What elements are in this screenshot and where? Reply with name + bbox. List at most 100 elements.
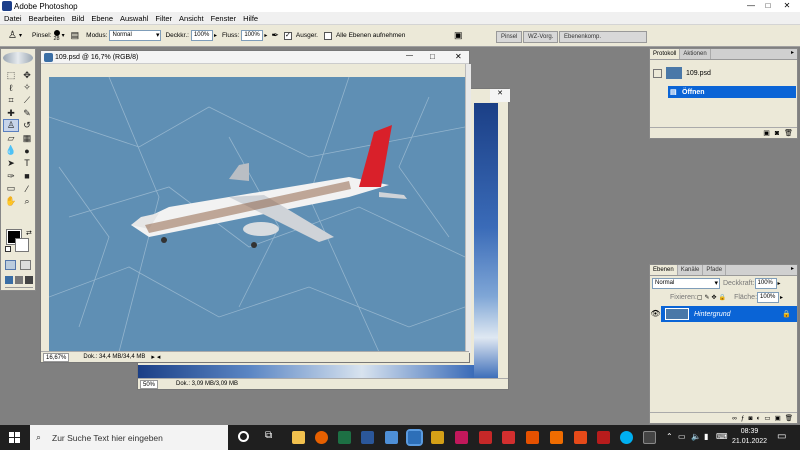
history-brush-tool-icon[interactable]: ↺ — [19, 119, 35, 132]
main-doc-info[interactable]: Dok.: 34,4 MB/34,4 MB — [83, 354, 145, 360]
path-selection-tool-icon[interactable]: ➤ — [3, 157, 19, 170]
history-state-row[interactable]: ▤ Öffnen — [668, 86, 796, 98]
doc-maximize-button[interactable]: □ — [430, 52, 435, 61]
opacity-input[interactable]: 100% — [190, 30, 213, 41]
menu-ebene[interactable]: Ebene — [91, 14, 113, 23]
brush-chevron-icon[interactable]: ▾ — [62, 32, 65, 39]
word-icon[interactable] — [361, 431, 374, 444]
lock-pixels-icon[interactable]: ✎ — [705, 294, 710, 301]
layer-opacity-arrow-icon[interactable]: ▸ — [778, 280, 781, 287]
brush-picker[interactable]: 28 — [54, 29, 60, 42]
brush-tool-icon[interactable]: ✎ — [19, 107, 35, 120]
lock-position-icon[interactable]: ✥ — [712, 294, 717, 301]
menu-hilfe[interactable]: Hilfe — [243, 14, 258, 23]
default-colors-icon[interactable] — [5, 246, 11, 252]
link-layers-icon[interactable]: ∞ — [732, 415, 737, 422]
maximize-button[interactable]: □ — [761, 0, 775, 12]
airbrush-icon[interactable]: ✒ — [271, 30, 279, 41]
opacity-slider-arrow-icon[interactable]: ▸ — [214, 32, 217, 39]
task-view-icon[interactable]: ⧉ — [265, 430, 272, 441]
cortana-icon[interactable] — [238, 431, 249, 442]
blur-tool-icon[interactable]: 💧 — [3, 145, 19, 158]
app-icon-14[interactable] — [597, 431, 610, 444]
app-icon-12[interactable] — [550, 431, 563, 444]
file-explorer-icon[interactable] — [292, 431, 305, 444]
network-icon[interactable]: ▭ — [678, 432, 686, 441]
windows-start-icon[interactable] — [9, 432, 20, 443]
screen-mode-standard-icon[interactable] — [5, 276, 13, 284]
menu-filter[interactable]: Filter — [155, 14, 172, 23]
skype-icon[interactable] — [620, 431, 633, 444]
shape-tool-icon[interactable]: ■ — [19, 170, 35, 183]
doc-close-button[interactable]: ✕ — [455, 52, 462, 61]
new-snapshot-icon[interactable]: ◙ — [775, 130, 779, 137]
lock-transparency-icon[interactable]: ▢ — [697, 294, 703, 301]
tab-layers[interactable]: Ebenen — [650, 265, 678, 275]
notes-tool-icon[interactable]: ▭ — [3, 182, 19, 195]
blend-mode-select[interactable]: Normal — [652, 278, 720, 289]
layer-mask-icon[interactable]: ◙ — [749, 415, 753, 422]
excel-icon[interactable] — [338, 431, 351, 444]
screen-mode-menu-icon[interactable] — [15, 276, 23, 284]
layer-opacity-input[interactable]: 100% — [754, 278, 777, 289]
marquee-tool-icon[interactable]: ⬚ — [3, 69, 19, 82]
new-document-from-state-icon[interactable]: ▣ — [763, 129, 770, 137]
layer-row-background[interactable]: 👁 Hintergrund 🔒 — [650, 306, 797, 322]
tab-paths[interactable]: Pfade — [703, 265, 727, 275]
eyedropper-tool-icon[interactable]: ⁄ — [19, 182, 35, 195]
lock-all-icon[interactable]: 🔒 — [719, 294, 726, 301]
menu-bild[interactable]: Bild — [72, 14, 85, 23]
quick-mask-mode-icon[interactable] — [20, 260, 31, 270]
tab-channels[interactable]: Kanäle — [678, 265, 704, 275]
move-tool-icon[interactable]: ✥ — [19, 69, 35, 82]
doc-vertical-scrollbar[interactable] — [465, 64, 471, 353]
clone-stamp-icon[interactable]: ♙ — [8, 30, 17, 41]
status-arrow-icon[interactable]: ▸ — [151, 353, 155, 361]
file-browser-icon[interactable]: ▣ — [454, 30, 463, 41]
taskbar-search-box[interactable]: ⌕ Zur Suche Text hier eingeben — [30, 425, 228, 450]
swap-colors-icon[interactable]: ⇄ — [26, 229, 32, 237]
gradient-tool-icon[interactable]: ▦ — [19, 132, 35, 145]
screen-mode-full-icon[interactable] — [25, 276, 33, 284]
background-color-swatch[interactable] — [15, 238, 29, 252]
menu-ansicht[interactable]: Ansicht — [179, 14, 204, 23]
document-canvas[interactable] — [49, 77, 465, 352]
palette-tab-tool-presets[interactable]: WZ-Vorg. — [523, 31, 559, 43]
flow-input[interactable]: 100% — [241, 30, 264, 41]
new-group-icon[interactable]: ▭ — [764, 414, 770, 422]
new-layer-icon[interactable]: ▣ — [775, 414, 781, 422]
lasso-tool-icon[interactable]: ℓ — [3, 82, 19, 95]
menu-auswahl[interactable]: Auswahl — [120, 14, 148, 23]
flow-slider-arrow-icon[interactable]: ▸ — [264, 32, 267, 39]
eraser-tool-icon[interactable]: ▱ — [3, 132, 19, 145]
brush-palette-icon[interactable]: ▤ — [71, 30, 80, 41]
notifications-icon[interactable]: ▭ — [777, 431, 786, 442]
history-snapshot-row[interactable]: 109.psd — [653, 63, 793, 83]
delete-state-icon[interactable]: 🗑 — [784, 129, 793, 137]
dodge-tool-icon[interactable]: ● — [19, 145, 35, 158]
layer-visibility-eye-icon[interactable]: 👁 — [650, 306, 661, 322]
slice-tool-icon[interactable]: ⟋ — [19, 94, 35, 107]
adjustment-layer-icon[interactable]: ◐ — [756, 415, 760, 422]
all-layers-checkbox[interactable] — [323, 31, 332, 40]
doc-minimize-button[interactable]: — — [406, 52, 413, 59]
app-icon-11[interactable] — [526, 431, 539, 444]
standard-mode-icon[interactable] — [5, 260, 16, 270]
pdf-editor-icon[interactable] — [502, 431, 515, 444]
app-icon-8[interactable] — [455, 431, 468, 444]
back-close-button[interactable]: ✕ — [490, 89, 510, 102]
menu-bearbeiten[interactable]: Bearbeiten — [29, 14, 65, 23]
type-tool-icon[interactable]: T — [19, 157, 35, 170]
zoom-tool-icon[interactable]: ⌕ — [19, 195, 35, 208]
clone-stamp-tool-icon[interactable]: ♙ — [3, 119, 19, 132]
firefox-icon[interactable] — [315, 431, 328, 444]
photoshop-taskbar-icon[interactable] — [406, 429, 423, 446]
menu-datei[interactable]: Datei — [4, 14, 22, 23]
snapshot-source-icon[interactable] — [653, 68, 662, 78]
image-viewer-icon[interactable] — [385, 431, 398, 444]
scroll-left-icon[interactable]: ◂ — [157, 353, 161, 361]
fill-arrow-icon[interactable]: ▸ — [780, 294, 783, 301]
palette-tab-layer-comps[interactable]: Ebenenkomp. — [559, 31, 647, 43]
app-icon-7[interactable] — [431, 431, 444, 444]
app-icon-16[interactable] — [643, 431, 656, 444]
